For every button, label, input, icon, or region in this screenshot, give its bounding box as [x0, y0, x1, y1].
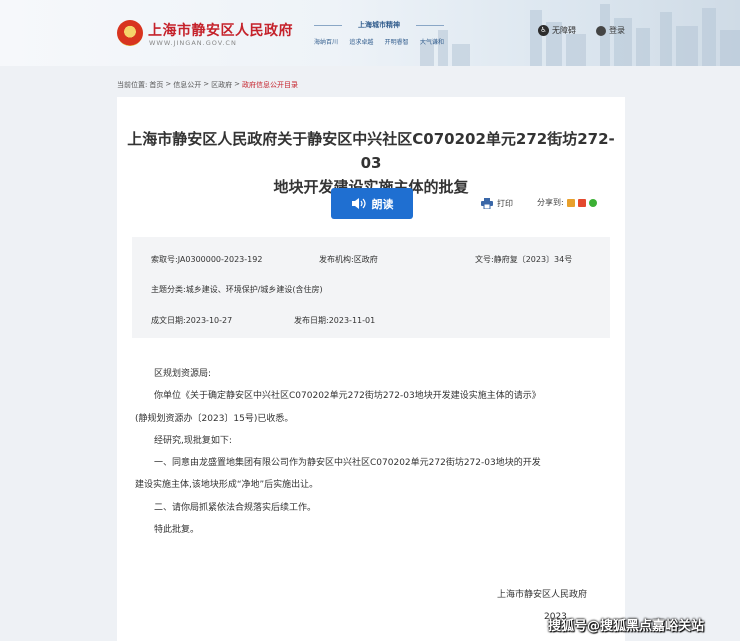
body-paragraph: 你单位《关于确定静安区中兴社区C070202单元272街坊272-03地块开发建…: [154, 391, 541, 402]
login-button[interactable]: 登录: [596, 25, 625, 36]
signature: 上海市静安区人民政府: [497, 590, 588, 600]
body-paragraph: (静规划资源办〔2023〕15号)已收悉。: [135, 413, 294, 424]
user-icon: [596, 25, 606, 36]
meta-index-no: 索取号:JA0300000-2023-192: [151, 255, 263, 264]
document-title-line: 上海市静安区人民政府关于静安区中兴社区C070202单元272街坊272-03: [127, 130, 615, 172]
share-label: 分享到:: [537, 198, 564, 207]
login-label: 登录: [609, 26, 625, 35]
document-card: 上海市静安区人民政府关于静安区中兴社区C070202单元272街坊272-03 …: [117, 97, 625, 641]
meta-category: 主题分类:城乡建设、环境保护/城乡建设(含住房): [151, 285, 323, 294]
print-button[interactable]: 打印: [481, 198, 513, 209]
read-aloud-label: 朗读: [371, 197, 394, 211]
site-title[interactable]: 上海市静安区人民政府: [148, 20, 293, 40]
body-paragraph: 二、请你局抓紧依法合规落实后续工作。: [154, 502, 317, 513]
breadcrumb-separator: >: [234, 80, 240, 88]
document-body: 区规划资源局: 你单位《关于确定静安区中兴社区C070202单元272街坊272…: [135, 363, 609, 541]
spirit-word: 海纳百川: [314, 39, 339, 46]
wechat-share-icon[interactable]: [588, 198, 597, 207]
site-url: WWW.JINGAN.GOV.CN: [149, 39, 237, 47]
body-paragraph: 特此批复。: [154, 525, 200, 536]
site-header: 上海市静安区人民政府 WWW.JINGAN.GOV.CN 上海城市精神 海纳百川…: [0, 0, 740, 66]
breadcrumb-separator: >: [203, 80, 210, 88]
meta-doc-no: 文号:静府复〔2023〕34号: [475, 255, 573, 264]
share-bar: 分享到:: [537, 197, 597, 208]
meta-issuer: 发布机构:区政府: [319, 255, 378, 264]
body-paragraph: 建设实施主体,该地块形成“净地”后实施出让。: [135, 480, 319, 491]
print-label: 打印: [497, 199, 513, 208]
breadcrumb-gov[interactable]: 区政府: [211, 80, 232, 90]
body-paragraph: 一、同意由龙盛置地集团有限公司作为静安区中兴社区C070202单元272街坊27…: [154, 458, 541, 469]
breadcrumb-current[interactable]: 政府信息公开目录: [242, 80, 298, 90]
body-paragraph: 经研究,现批复如下:: [154, 435, 232, 446]
breadcrumb-home[interactable]: 首页: [149, 80, 163, 90]
accessibility-icon: ♿: [538, 25, 549, 36]
accessibility-button[interactable]: ♿ 无障碍: [538, 25, 576, 36]
body-paragraph: 区规划资源局:: [154, 369, 212, 379]
spirit-word: 开明睿智: [384, 39, 409, 46]
meta-created-date: 成文日期:2023-10-27: [151, 316, 233, 325]
accessibility-label: 无障碍: [552, 26, 576, 35]
speaker-icon: [351, 198, 366, 209]
breadcrumb-separator: >: [165, 80, 172, 88]
breadcrumb-label: 当前位置:: [117, 81, 148, 89]
weibo-share-icon[interactable]: [577, 198, 586, 207]
spirit-word: 追求卓越: [349, 39, 374, 46]
spirit-word: 大气谦和: [419, 39, 444, 46]
watermark: 搜狐号@搜狐黑点嘉峪关站: [548, 619, 705, 634]
qzone-share-icon[interactable]: [566, 198, 575, 207]
read-aloud-button[interactable]: 朗读: [331, 188, 413, 219]
national-emblem-logo[interactable]: [117, 20, 143, 46]
meta-published-date: 发布日期:2023-11-01: [294, 316, 376, 325]
metadata-panel: 索取号:JA0300000-2023-192 发布机构:区政府 文号:静府复〔2…: [132, 237, 610, 338]
breadcrumb: 当前位置: 首页 > 信息公开 > 区政府 > 政府信息公开目录: [117, 80, 298, 90]
breadcrumb-info[interactable]: 信息公开: [173, 80, 201, 90]
printer-icon: [481, 198, 493, 209]
city-spirit: 上海城市精神 海纳百川 追求卓越 开明睿智 大气谦和: [314, 20, 444, 46]
